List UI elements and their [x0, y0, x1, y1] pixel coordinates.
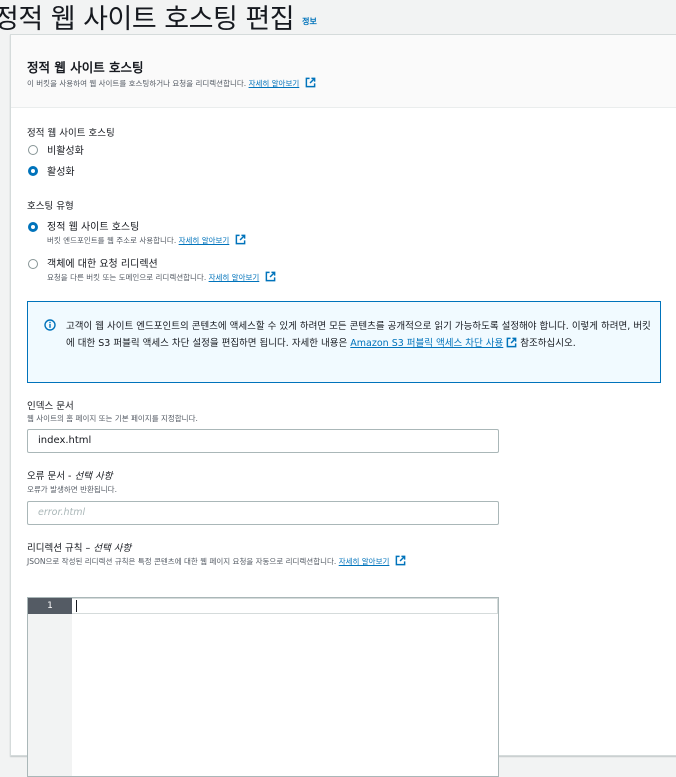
panel-description-text: 이 버킷을 사용하여 웹 사이트를 호스팅하거나 요청을 리디렉션합니다. [27, 79, 247, 88]
radio-enable[interactable] [28, 166, 38, 176]
alert-suffix: 참조하십시오. [517, 338, 576, 349]
redirection-rules-label: 리디렉션 규칙 – 선택 사항 [27, 540, 131, 554]
external-link-icon[interactable] [265, 271, 276, 282]
panel-header: 정적 웹 사이트 호스팅 이 버킷을 사용하여 웹 사이트를 호스팅하거나 요청… [11, 35, 676, 108]
static-hosting-description-text: 버킷 엔드포인트를 웹 주소로 사용합니다. [47, 236, 177, 245]
radio-enable-label[interactable]: 활성화 [47, 163, 75, 178]
hosting-type-label: 호스팅 유형 [27, 201, 74, 212]
index-document-label: 인덱스 문서 [27, 401, 74, 412]
external-link-icon[interactable] [305, 77, 316, 88]
external-link-icon[interactable] [395, 555, 406, 566]
external-link-icon[interactable] [235, 234, 246, 245]
public-access-info-alert: 고객이 웹 사이트 엔드포인트의 콘텐츠에 액세스할 수 있게 하려면 모든 콘… [27, 301, 661, 383]
static-hosting-description: 버킷 엔드포인트를 웹 주소로 사용합니다. 자세히 알아보기 [47, 234, 246, 246]
error-document-label-text: 오류 문서 - [27, 471, 75, 482]
redirection-rules-optional: 선택 사항 [93, 543, 132, 554]
page-header: 정적 웹 사이트 호스팅 편집 정보 [0, 0, 317, 35]
info-link[interactable]: 정보 [302, 16, 317, 27]
editor-gutter [28, 598, 72, 776]
panel-title: 정적 웹 사이트 호스팅 [27, 60, 144, 75]
panel-learn-more-link[interactable]: 자세히 알아보기 [249, 79, 300, 88]
editor-line-number: 1 [28, 598, 72, 614]
error-document-description: 오류가 발생하면 반환됩니다. [27, 485, 117, 494]
hosting-label: 정적 웹 사이트 호스팅 [27, 128, 115, 139]
redirection-rules-label-text: 리디렉션 규칙 – [27, 543, 94, 554]
radio-disable-label[interactable]: 비활성화 [47, 142, 84, 157]
redirect-requests-description-text: 요청을 다른 버킷 또는 도메인으로 리디렉션합니다. [47, 273, 207, 282]
radio-static-hosting[interactable] [28, 222, 38, 232]
static-hosting-learn-more-link[interactable]: 자세히 알아보기 [179, 236, 230, 245]
index-document-input[interactable]: index.html [27, 429, 499, 453]
redirection-rules-learn-more-link[interactable]: 자세히 알아보기 [339, 557, 390, 566]
info-circle-icon [44, 319, 56, 331]
error-document-input[interactable]: error.html [27, 501, 499, 525]
radio-redirect-requests[interactable] [28, 259, 38, 269]
editor-active-line[interactable] [72, 598, 498, 614]
redirection-rules-description: JSON으로 작성된 리디렉션 규칙은 특정 콘텐츠에 대한 웹 페이지 요청을… [27, 555, 406, 567]
error-document-optional: 선택 사항 [74, 471, 113, 482]
radio-static-hosting-label[interactable]: 정적 웹 사이트 호스팅 [47, 218, 139, 233]
index-document-description: 웹 사이트의 홈 페이지 또는 기본 페이지를 지정합니다. [27, 414, 198, 423]
radio-disable[interactable] [28, 145, 38, 155]
redirect-requests-description: 요청을 다른 버킷 또는 도메인으로 리디렉션합니다. 자세히 알아보기 [47, 271, 276, 283]
redirection-rules-editor[interactable]: 1 [27, 597, 499, 777]
redirection-rules-description-text: JSON으로 작성된 리디렉션 규칙은 특정 콘텐츠에 대한 웹 페이지 요청을… [27, 557, 337, 566]
external-link-icon[interactable] [506, 337, 517, 348]
alert-message: 고객이 웹 사이트 엔드포인트의 콘텐츠에 액세스할 수 있게 하려면 모든 콘… [66, 318, 656, 352]
error-document-label: 오류 문서 - 선택 사항 [27, 468, 112, 482]
radio-redirect-requests-label[interactable]: 객체에 대한 요청 리디렉션 [47, 255, 158, 270]
panel-description: 이 버킷을 사용하여 웹 사이트를 호스팅하거나 요청을 리디렉션합니다. 자세… [27, 77, 316, 89]
alert-block-public-access-link[interactable]: Amazon S3 퍼블릭 액세스 차단 사용 [350, 338, 503, 349]
editor-cursor [76, 600, 77, 612]
static-website-hosting-panel: 정적 웹 사이트 호스팅 이 버킷을 사용하여 웹 사이트를 호스팅하거나 요청… [10, 34, 676, 777]
redirect-requests-learn-more-link[interactable]: 자세히 알아보기 [209, 273, 260, 282]
page-title: 정적 웹 사이트 호스팅 편집 [0, 3, 295, 35]
